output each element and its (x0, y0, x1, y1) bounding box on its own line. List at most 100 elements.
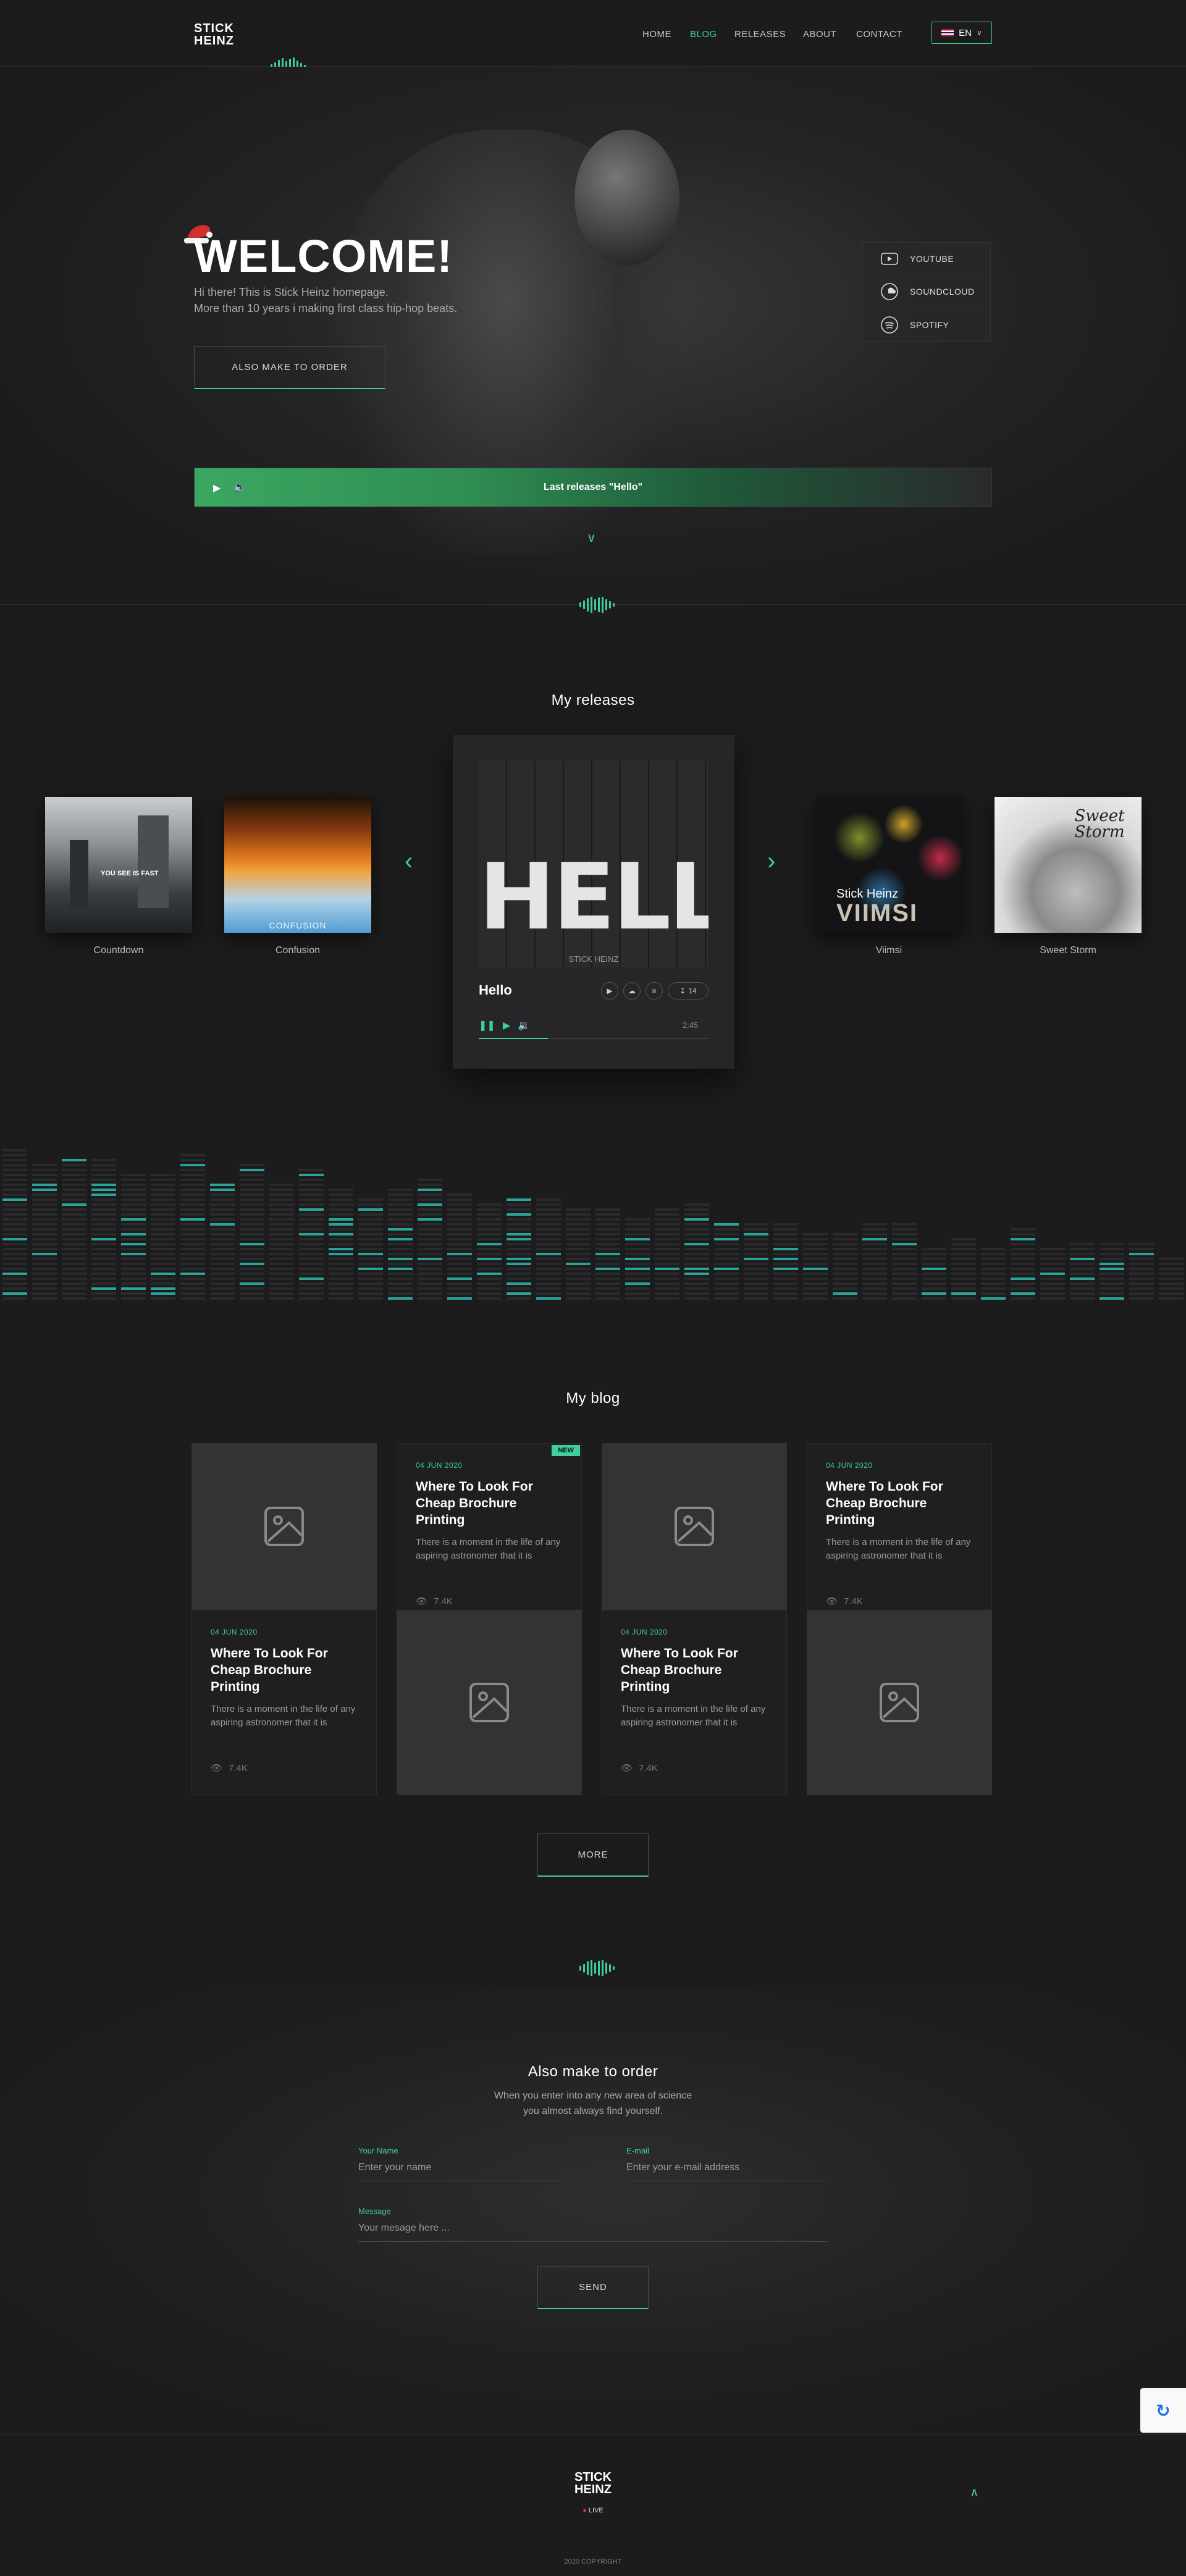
site-logo[interactable]: STICK HEINZ (194, 22, 234, 47)
equalizer-segment (358, 1228, 383, 1231)
equalizer-segment (2, 1238, 27, 1240)
blog-post-card[interactable]: 04 JUN 2020 Where To Look For Cheap Broc… (602, 1610, 787, 1795)
equalizer-segment (151, 1233, 175, 1235)
blog-post-card[interactable]: 04 JUN 2020 Where To Look For Cheap Broc… (191, 1610, 377, 1795)
social-link-spotify[interactable]: SPOTIFY (863, 308, 990, 341)
equalizer-segment (447, 1258, 472, 1260)
recaptcha-badge[interactable]: ↻ (1140, 2388, 1186, 2433)
equalizer-segment (862, 1263, 887, 1265)
footer-logo[interactable]: STICK HEINZ (549, 2471, 637, 2496)
soundcloud-icon[interactable]: ☁ (623, 982, 641, 1000)
spotify-icon[interactable]: ≡ (646, 982, 663, 1000)
release-cover-countdown[interactable]: YOU SEE IS FAST (45, 797, 192, 933)
carousel-next-icon[interactable]: › (767, 848, 775, 875)
release-title-countdown[interactable]: Countdown (45, 945, 192, 956)
equalizer-segment (1040, 1253, 1065, 1255)
blog-post-title[interactable]: Where To Look For Cheap Brochure Printin… (211, 1645, 358, 1695)
nav-contact[interactable]: CONTACT (856, 29, 902, 40)
equalizer-segment (299, 1287, 324, 1290)
order-button[interactable]: ALSO MAKE TO ORDER (194, 346, 385, 389)
scroll-down-icon[interactable]: ∨ (587, 530, 596, 545)
equalizer-segment (121, 1238, 146, 1240)
release-cover-confusion[interactable]: CONFUSION (224, 797, 371, 933)
play-circle-icon[interactable]: ▶ (601, 982, 618, 1000)
more-button[interactable]: MORE (537, 1833, 649, 1877)
equalizer-segment (91, 1198, 116, 1201)
equalizer-segment (418, 1268, 442, 1270)
equalizer-segment (595, 1253, 620, 1255)
blog-post-card[interactable]: NEW 04 JUN 2020 Where To Look For Cheap … (397, 1443, 582, 1628)
equalizer-segment (833, 1268, 857, 1270)
blog-image-placeholder[interactable] (397, 1610, 582, 1795)
nav-blog[interactable]: BLOG (690, 29, 717, 40)
equalizer-segment (892, 1282, 917, 1285)
equalizer-segment (240, 1233, 264, 1235)
equalizer-segment (121, 1243, 146, 1245)
equalizer-segment (892, 1297, 917, 1300)
track-progress[interactable] (479, 1038, 709, 1039)
equalizer-segment (388, 1193, 413, 1196)
equalizer-segment (595, 1282, 620, 1285)
equalizer-segment (922, 1258, 946, 1260)
equalizer-segment (62, 1258, 86, 1260)
blog-post-card[interactable]: 04 JUN 2020 Where To Look For Cheap Broc… (807, 1443, 992, 1628)
social-link-youtube[interactable]: YOUTUBE (863, 243, 990, 276)
equalizer-segment (803, 1263, 828, 1265)
equalizer-segment (507, 1263, 531, 1265)
email-field[interactable]: Enter your e-mail address (626, 2162, 828, 2181)
equalizer-segment (447, 1248, 472, 1250)
equalizer-segment (180, 1258, 205, 1260)
uk-flag-icon (941, 29, 954, 36)
nav-home[interactable]: HOME (642, 29, 671, 40)
equalizer-segment (1100, 1282, 1124, 1285)
carousel-prev-icon[interactable]: ‹ (405, 848, 413, 875)
release-title-confusion[interactable]: Confusion (224, 945, 371, 956)
equalizer-segment (91, 1292, 116, 1295)
nav-about[interactable]: ABOUT (803, 29, 836, 40)
equalizer-segment (210, 1273, 235, 1275)
latest-release-label[interactable]: Last releases "Hello" (195, 482, 991, 493)
blog-image-placeholder[interactable] (807, 1610, 992, 1795)
equalizer-segment (447, 1208, 472, 1211)
release-title-sweet-storm[interactable]: Sweet Storm (995, 945, 1142, 956)
volume-icon[interactable]: 🔉 (518, 1019, 530, 1032)
equalizer-segment (388, 1243, 413, 1245)
language-select[interactable]: EN ∨ (932, 22, 992, 44)
equalizer-segment (388, 1233, 413, 1235)
equalizer-segment (477, 1253, 502, 1255)
equalizer-segment (655, 1268, 679, 1270)
contact-subtitle-line-1: When you enter into any new area of scie… (494, 2090, 692, 2101)
nav-releases[interactable]: RELEASES (734, 29, 786, 40)
equalizer-segment (2, 1189, 27, 1191)
equalizer-segment (418, 1253, 442, 1255)
play-icon[interactable]: ▶ (503, 1019, 510, 1032)
equalizer-segment (2, 1174, 27, 1176)
blog-image-placeholder[interactable] (602, 1443, 787, 1610)
release-cover-sweet-storm[interactable]: Sweet Storm (995, 797, 1142, 933)
release-title-viimsi[interactable]: Viimsi (815, 945, 962, 956)
release-cover-viimsi[interactable]: Stick Heinz VIIMSI (815, 797, 962, 933)
pause-icon[interactable]: ❚❚ (479, 1019, 495, 1032)
equalizer-segment (773, 1268, 798, 1270)
equalizer-segment (240, 1169, 264, 1171)
blog-post-title[interactable]: Where To Look For Cheap Brochure Printin… (621, 1645, 768, 1695)
blog-post-title[interactable]: Where To Look For Cheap Brochure Printin… (416, 1478, 563, 1528)
equalizer-segment (299, 1233, 324, 1235)
download-button[interactable]: ↧ 14 (668, 982, 709, 1000)
equalizer-segment (299, 1277, 324, 1280)
scroll-to-top-icon[interactable]: ∧ (970, 2485, 979, 2500)
equalizer-segment (210, 1277, 235, 1280)
blog-post-title[interactable]: Where To Look For Cheap Brochure Printin… (826, 1478, 973, 1528)
send-button[interactable]: SEND (537, 2266, 649, 2309)
equalizer-segment (388, 1208, 413, 1211)
equalizer-segment (655, 1287, 679, 1290)
message-field[interactable]: Your mesage here ... (358, 2223, 828, 2242)
equalizer-segment (1100, 1273, 1124, 1275)
equalizer-segment (269, 1198, 294, 1201)
social-link-soundcloud[interactable]: SOUNDCLOUD (863, 276, 990, 308)
featured-release-cover[interactable]: HELLO STICK HEINZ (479, 761, 709, 967)
equalizer-segment (447, 1193, 472, 1196)
name-field[interactable]: Enter your name (358, 2162, 560, 2181)
equalizer-segment (358, 1198, 383, 1201)
blog-image-placeholder[interactable] (191, 1443, 377, 1610)
